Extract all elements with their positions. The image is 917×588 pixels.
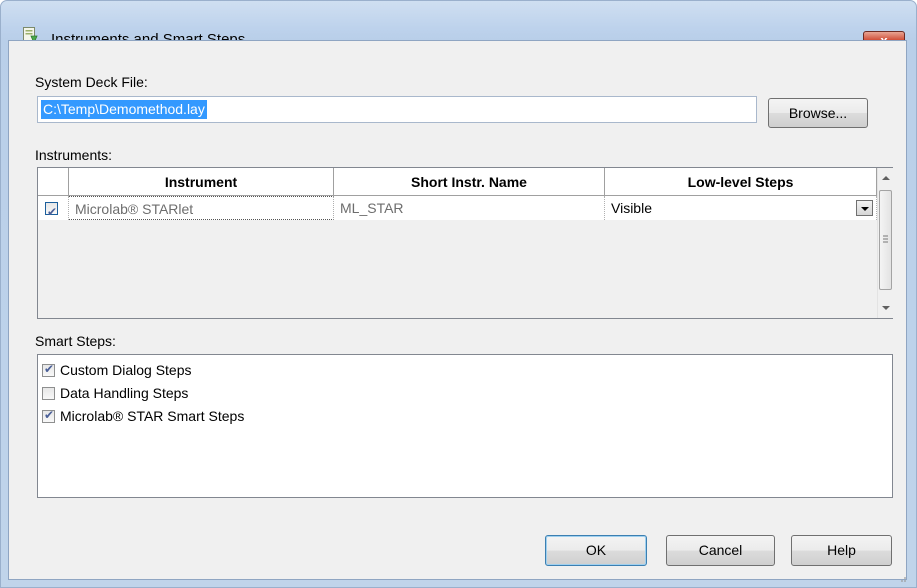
low-level-steps-value: Visible xyxy=(611,200,652,216)
ok-button[interactable]: OK xyxy=(545,535,647,566)
data-handling-steps-label: Data Handling Steps xyxy=(60,385,189,401)
browse-button[interactable]: Browse... xyxy=(768,98,868,128)
microlab-star-smart-steps-label: Microlab® STAR Smart Steps xyxy=(60,408,245,424)
smart-steps-label: Smart Steps: xyxy=(35,333,116,349)
custom-dialog-steps-checkbox[interactable] xyxy=(42,362,55,377)
scroll-down-icon[interactable] xyxy=(882,306,890,310)
scrollbar-thumb[interactable] xyxy=(879,190,892,290)
microlab-star-smart-steps-checkbox[interactable] xyxy=(42,408,55,423)
grid-header-short-name[interactable]: Short Instr. Name xyxy=(334,168,605,196)
custom-dialog-steps-label: Custom Dialog Steps xyxy=(60,362,192,378)
low-level-steps-dropdown[interactable]: Visible xyxy=(605,196,877,220)
chevron-down-icon[interactable] xyxy=(856,200,873,216)
system-deck-path-input[interactable]: C:\Temp\Demomethod.lay xyxy=(37,96,757,123)
grid-header-instrument[interactable]: Instrument xyxy=(69,168,334,196)
grid-header-check xyxy=(38,168,69,196)
instruments-grid: Instrument Short Instr. Name Low-level S… xyxy=(37,167,893,319)
table-row-instrument[interactable]: Microlab® STARlet xyxy=(69,196,334,220)
data-handling-steps-checkbox[interactable] xyxy=(42,387,55,400)
system-deck-label: System Deck File: xyxy=(35,74,148,90)
grid-header-low-level-steps[interactable]: Low-level Steps xyxy=(605,168,877,196)
resize-grip-icon[interactable] xyxy=(897,570,907,582)
instrument-enabled-checkbox[interactable] xyxy=(45,200,58,224)
system-deck-path-value: C:\Temp\Demomethod.lay xyxy=(41,100,207,119)
table-row-short-name[interactable]: ML_STAR xyxy=(334,196,605,220)
instruments-label: Instruments: xyxy=(35,147,113,163)
table-row-check-cell[interactable] xyxy=(38,196,69,224)
help-button[interactable]: Help xyxy=(791,535,892,566)
scroll-up-icon[interactable] xyxy=(882,176,890,180)
cancel-button[interactable]: Cancel xyxy=(666,535,775,566)
grid-vertical-scrollbar[interactable] xyxy=(877,168,893,318)
smart-steps-list: Custom Dialog Steps Data Handling Steps … xyxy=(37,354,893,498)
